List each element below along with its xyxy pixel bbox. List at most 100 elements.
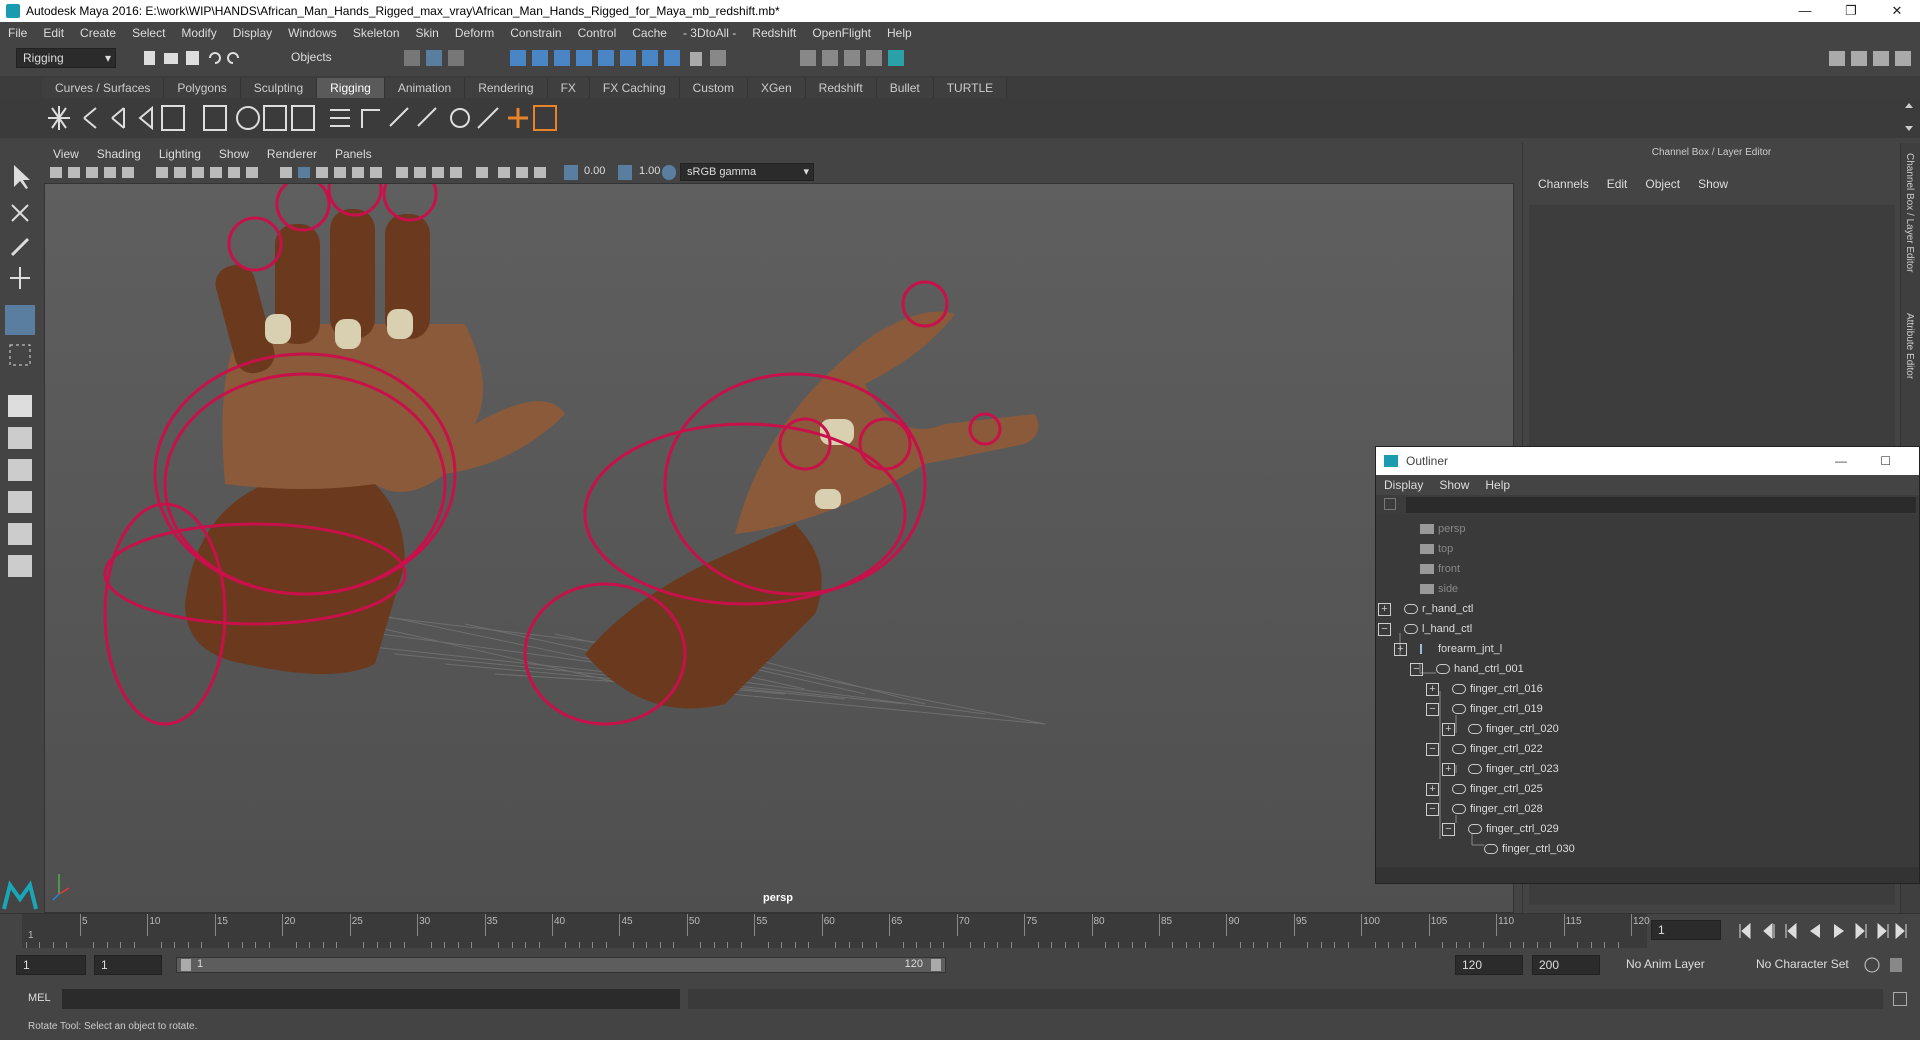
menu-edit[interactable]: Edit xyxy=(35,26,72,40)
lattice-icon[interactable] xyxy=(263,105,287,131)
range-end-handle[interactable] xyxy=(931,959,941,971)
smooth-bind-icon[interactable] xyxy=(236,106,260,130)
outliner-item[interactable]: front xyxy=(1420,559,1460,579)
menu-display[interactable]: Display xyxy=(225,26,280,40)
tab-custom[interactable]: Custom xyxy=(679,78,748,98)
four-pane-layout-icon[interactable] xyxy=(8,427,32,449)
step-forward-frame-icon[interactable] xyxy=(1877,922,1889,940)
tab-polygons[interactable]: Polygons xyxy=(164,78,241,98)
mirror-joint-icon[interactable] xyxy=(111,107,125,129)
snap-center-icon[interactable] xyxy=(642,50,658,66)
channel-box-menu-edit[interactable]: Edit xyxy=(1598,177,1637,191)
right-hand-mesh[interactable] xyxy=(585,311,1039,709)
selection-mode-dropdown[interactable]: Objects xyxy=(285,48,380,68)
motion-blur-icon[interactable] xyxy=(432,167,444,178)
script-editor-icon[interactable] xyxy=(1893,992,1907,1006)
snap-view-plane-icon[interactable] xyxy=(576,50,592,66)
collapse-icon[interactable]: − xyxy=(1426,703,1439,716)
smooth-shade-icon[interactable] xyxy=(298,167,310,178)
tool-settings-icon[interactable] xyxy=(1873,51,1889,66)
make-live-icon[interactable] xyxy=(598,50,614,66)
anim-layer-dropdown[interactable]: No Anim Layer xyxy=(1620,955,1740,975)
film-gate-icon[interactable] xyxy=(156,167,168,178)
two-pane-layout-icon[interactable] xyxy=(8,459,32,481)
tab-xgen[interactable]: XGen xyxy=(747,78,806,98)
menu-windows[interactable]: Windows xyxy=(280,26,345,40)
snap-surface-icon[interactable] xyxy=(620,50,636,66)
menu-skeleton[interactable]: Skeleton xyxy=(345,26,408,40)
cluster-icon[interactable] xyxy=(291,105,315,131)
outliner-item[interactable]: side xyxy=(1420,579,1458,599)
outliner-minimize-button[interactable]: — xyxy=(1835,454,1847,468)
animation-preferences-icon[interactable] xyxy=(1890,958,1902,972)
hypershade-layout-icon[interactable] xyxy=(8,555,32,577)
field-chart-icon[interactable] xyxy=(210,167,222,178)
expand-icon[interactable]: + xyxy=(1394,643,1407,656)
ik-handle-icon[interactable] xyxy=(161,105,185,131)
menu-redshift[interactable]: Redshift xyxy=(744,26,804,40)
xray-joints-icon[interactable] xyxy=(498,167,510,178)
menu-control[interactable]: Control xyxy=(570,26,625,40)
play-backwards-icon[interactable] xyxy=(1810,924,1820,938)
viewport-menu-show[interactable]: Show xyxy=(210,147,258,161)
persp-outliner-layout-icon[interactable] xyxy=(8,491,32,513)
step-back-frame-icon[interactable] xyxy=(1763,922,1775,940)
channel-box-side-tab[interactable]: Channel Box / Layer Editor xyxy=(1904,153,1915,273)
outliner-item[interactable]: hand_ctrl_001 xyxy=(1436,659,1524,679)
anim-start-field[interactable]: 1 xyxy=(94,955,162,975)
viewport-menu-view[interactable]: View xyxy=(44,147,88,161)
scale-constraint-icon[interactable] xyxy=(417,107,437,127)
screen-space-ao-icon[interactable] xyxy=(414,167,426,178)
expand-icon[interactable]: + xyxy=(1442,763,1455,776)
color-management-icon[interactable] xyxy=(662,165,676,180)
collapse-icon[interactable]: − xyxy=(1410,663,1423,676)
select-by-hierarchy-icon[interactable] xyxy=(404,50,420,66)
step-back-key-icon[interactable] xyxy=(1785,922,1797,940)
menu-select[interactable]: Select xyxy=(124,26,173,40)
single-pane-layout-icon[interactable] xyxy=(8,395,32,417)
collapse-icon[interactable]: − xyxy=(1378,623,1391,636)
ik-spline-icon[interactable] xyxy=(533,105,557,131)
range-start-handle[interactable] xyxy=(181,959,191,971)
menu-openflight[interactable]: OpenFlight xyxy=(804,26,879,40)
restore-button[interactable]: ❐ xyxy=(1828,0,1874,22)
outliner-item[interactable]: persp xyxy=(1420,519,1466,539)
backface-culling-icon[interactable] xyxy=(534,167,546,178)
outliner-item[interactable]: finger_ctrl_028 xyxy=(1452,799,1543,819)
close-button[interactable]: ✕ xyxy=(1874,0,1920,22)
image-plane-icon[interactable] xyxy=(104,167,116,178)
outliner-item[interactable]: finger_ctrl_019 xyxy=(1452,699,1543,719)
locator-icon[interactable] xyxy=(508,108,528,128)
collapse-icon[interactable]: − xyxy=(1426,743,1439,756)
gamma-value[interactable]: 1.00 xyxy=(639,165,660,177)
camera-select-icon[interactable] xyxy=(50,167,62,178)
render-settings-icon[interactable] xyxy=(866,50,882,66)
aim-constraint-icon[interactable] xyxy=(450,108,470,128)
snap-point-icon[interactable] xyxy=(554,50,570,66)
viewport-menu-panels[interactable]: Panels xyxy=(326,147,381,161)
menu-file[interactable]: File xyxy=(0,26,35,40)
step-forward-key-icon[interactable] xyxy=(1855,922,1867,940)
anti-aliasing-icon[interactable] xyxy=(450,167,462,178)
undo-icon[interactable] xyxy=(209,52,221,64)
outliner-item[interactable]: finger_ctrl_020 xyxy=(1468,719,1559,739)
xray-icon[interactable] xyxy=(334,167,346,178)
question-icon[interactable] xyxy=(664,50,680,66)
select-by-component-icon[interactable] xyxy=(448,50,464,66)
outliner-search-input[interactable] xyxy=(1406,497,1916,513)
tab-animation[interactable]: Animation xyxy=(384,78,466,98)
go-to-start-icon[interactable] xyxy=(1739,922,1751,940)
rotate-tool-icon[interactable] xyxy=(5,305,35,335)
wireframe-icon[interactable] xyxy=(280,167,292,178)
save-scene-icon[interactable] xyxy=(186,51,199,65)
menuset-dropdown[interactable]: Rigging ▾ xyxy=(16,48,116,68)
shelf-scroll-icon[interactable] xyxy=(1902,98,1916,138)
history-icon[interactable] xyxy=(710,50,726,66)
expand-icon[interactable]: + xyxy=(1442,723,1455,736)
outliner-menu-show[interactable]: Show xyxy=(1431,478,1477,492)
range-slider[interactable]: 1 120 xyxy=(176,957,946,973)
outliner-item[interactable]: top xyxy=(1420,539,1453,559)
isolate-select-icon[interactable] xyxy=(476,167,488,178)
menu-skin[interactable]: Skin xyxy=(408,26,447,40)
menu-deform[interactable]: Deform xyxy=(447,26,502,40)
